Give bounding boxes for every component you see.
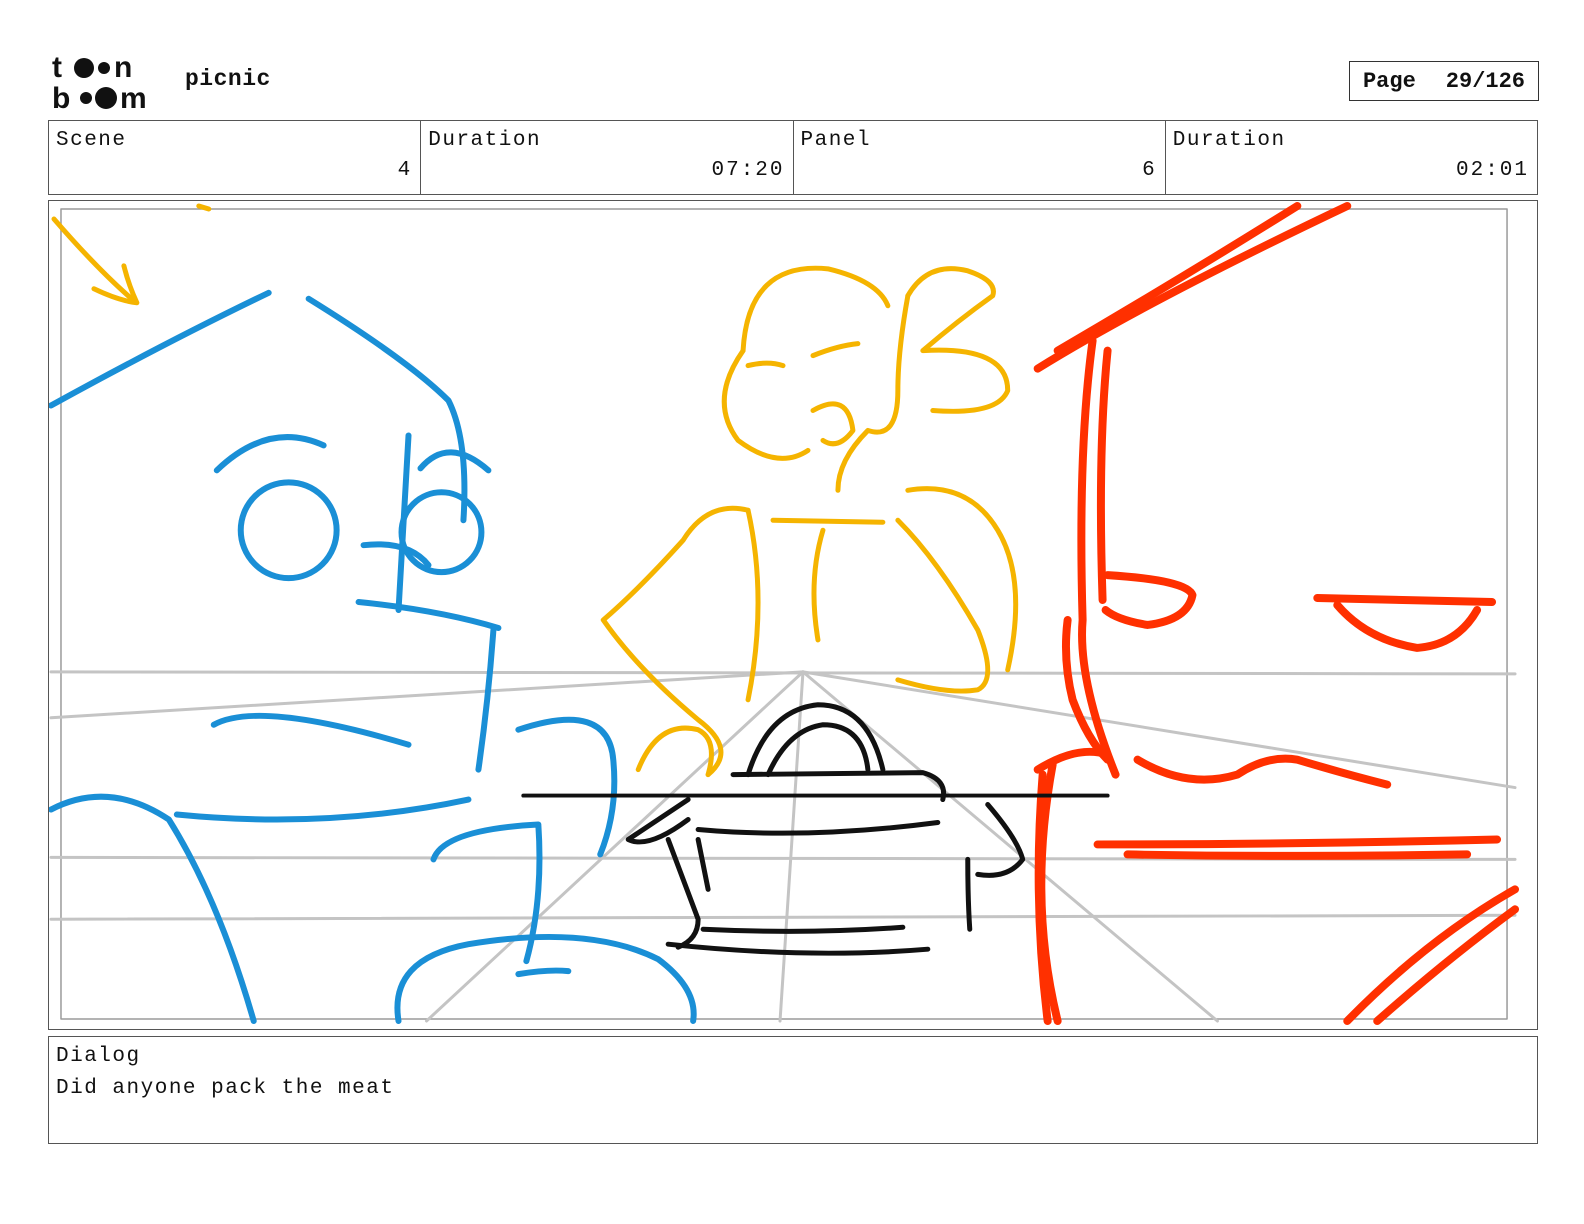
storyboard-sketch-icon [49,201,1520,1026]
panel-value: 6 [1142,159,1157,182]
page-label: Page [1362,68,1416,94]
scene-value: 4 [397,159,413,182]
panel-duration-cell: Duration 02:01 [1166,121,1537,194]
project-title: picnic [185,66,271,92]
dialog-box: Dialog Did anyone pack the meat [48,1036,1538,1144]
scene-duration-label: Duration [428,129,542,152]
yellow-character [600,265,1019,778]
svg-text:t: t [52,51,62,84]
scene-label: Scene [56,129,127,152]
red-character [1033,201,1520,1026]
scene-duration-cell: Duration 07:20 [421,121,794,194]
svg-text:b: b [52,82,70,112]
panel-duration-label: Duration [1172,129,1286,152]
storyboard-panel [48,200,1538,1030]
panel-cell: Panel 6 [794,121,1166,194]
page-indicator: Page 29/126 [1349,61,1539,101]
blue-character [49,289,697,1025]
scene-cell: Scene 4 [49,121,422,194]
dialog-text: Did anyone pack the meat [56,1077,395,1100]
panel-info-row: Scene 4 Duration 07:20 Panel 6 Duration … [48,120,1538,195]
page-value: 29/126 [1445,68,1526,94]
dialog-label: Dialog [56,1045,141,1068]
panel-label: Panel [800,129,872,152]
safe-area-frame [60,208,1508,1020]
svg-text:n: n [114,51,132,84]
svg-text:m: m [120,82,147,112]
toon-boom-logo-icon: t n b m [52,51,147,112]
panel-duration-value: 02:01 [1455,159,1529,182]
yellow-arrow [51,203,212,306]
toon-boom-logo: t n b m [52,50,164,112]
scene-duration-value: 07:20 [711,159,785,182]
